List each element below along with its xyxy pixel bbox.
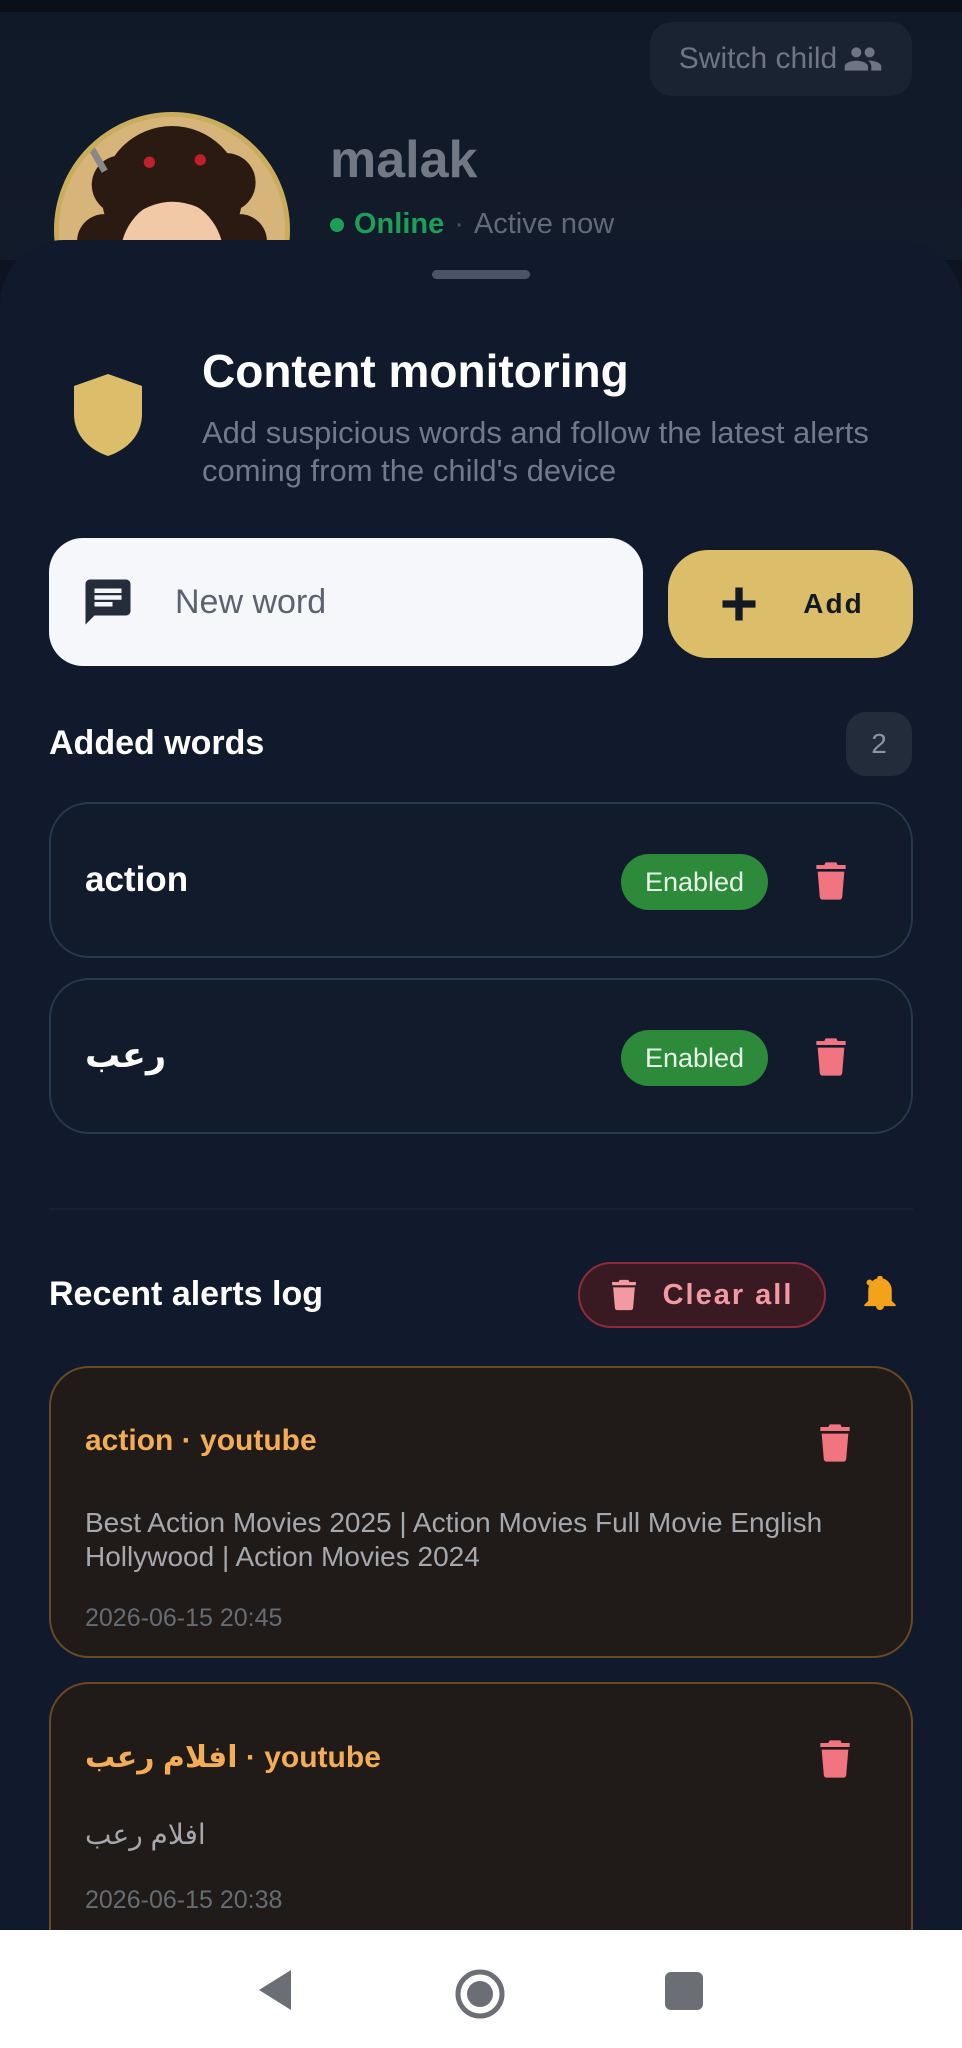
new-word-input[interactable] bbox=[175, 582, 575, 622]
add-button-label: Add bbox=[803, 588, 864, 619]
word-label: action bbox=[85, 860, 189, 899]
alert-title: افلام رعب · youtube bbox=[85, 1741, 381, 1774]
alerts-log-title: Recent alerts log bbox=[49, 1275, 323, 1313]
people-icon bbox=[844, 47, 882, 71]
page-title: Content monitoring bbox=[202, 345, 629, 397]
back-icon[interactable] bbox=[255, 1968, 295, 2012]
alert-timestamp: 2026-06-15 20:45 bbox=[85, 1604, 283, 1632]
new-word-field[interactable] bbox=[49, 538, 643, 666]
page-subtitle: Add suspicious words and follow the late… bbox=[202, 415, 869, 488]
switch-child-button[interactable]: Switch child bbox=[650, 22, 912, 96]
status-online: Online bbox=[354, 208, 445, 240]
recents-icon[interactable] bbox=[665, 1972, 703, 2010]
add-word-button[interactable]: Add bbox=[668, 550, 913, 658]
word-label: رعب bbox=[85, 1036, 167, 1075]
plus-icon bbox=[722, 587, 756, 621]
status-bar bbox=[0, 0, 962, 12]
word-item: رعب Enabled bbox=[49, 978, 913, 1134]
alert-title: action · youtube bbox=[85, 1424, 317, 1457]
sheet-drag-handle[interactable] bbox=[432, 270, 530, 279]
home-icon[interactable] bbox=[454, 1968, 506, 2020]
online-dot-icon bbox=[330, 217, 344, 232]
alert-timestamp: 2026-06-15 20:38 bbox=[85, 1886, 283, 1914]
delete-alert-trash-icon[interactable] bbox=[819, 1424, 851, 1462]
alert-body: Best Action Movies 2025 | Action Movies … bbox=[85, 1507, 823, 1572]
section-divider bbox=[49, 1208, 913, 1210]
alert-item: افلام رعب · youtube افلام رعب 2026-06-15… bbox=[49, 1682, 913, 1930]
alert-body: افلام رعب bbox=[85, 1819, 206, 1850]
message-icon bbox=[85, 579, 131, 625]
shield-icon bbox=[74, 374, 142, 456]
delete-word-trash-icon[interactable] bbox=[815, 862, 847, 900]
delete-word-trash-icon[interactable] bbox=[815, 1038, 847, 1076]
bell-icon[interactable] bbox=[864, 1276, 896, 1310]
word-item: action Enabled bbox=[49, 802, 913, 958]
child-status: Online · Active now bbox=[330, 208, 614, 241]
trash-icon bbox=[611, 1279, 636, 1311]
word-status-toggle[interactable]: Enabled bbox=[621, 854, 768, 910]
child-name: malak bbox=[330, 131, 478, 189]
system-navigation-bar bbox=[0, 1930, 962, 2048]
clear-all-button[interactable]: Clear all bbox=[578, 1262, 826, 1328]
delete-alert-trash-icon[interactable] bbox=[819, 1740, 851, 1778]
alert-item: action · youtube Best Action Movies 2025… bbox=[49, 1366, 913, 1658]
word-status-toggle[interactable]: Enabled bbox=[621, 1030, 768, 1086]
content-monitoring-sheet: Content monitoring Add suspicious words … bbox=[0, 240, 962, 1930]
status-separator: · bbox=[454, 208, 464, 240]
status-active: Active now bbox=[473, 208, 615, 240]
clear-all-label: Clear all bbox=[662, 1278, 794, 1311]
added-words-count: 2 bbox=[846, 712, 912, 776]
switch-child-label: Switch child bbox=[678, 42, 838, 75]
added-words-title: Added words bbox=[49, 724, 265, 762]
